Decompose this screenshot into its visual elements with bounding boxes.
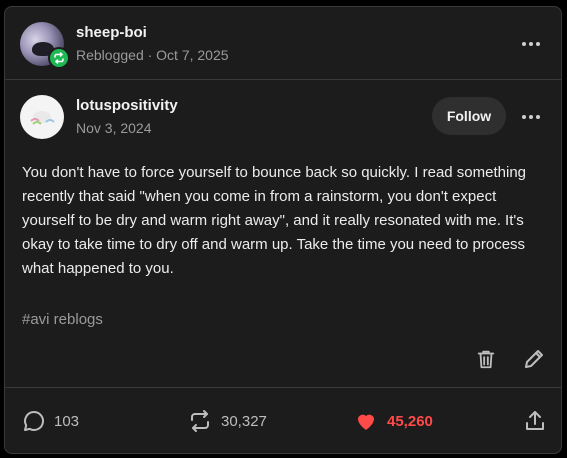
trash-icon[interactable] — [475, 347, 497, 376]
reblog-badge-icon — [48, 47, 70, 69]
reblog-header: sheep-boi Reblogged · Oct 7, 2025 — [5, 7, 561, 80]
follow-button[interactable]: Follow — [432, 97, 506, 135]
heart-icon — [358, 414, 374, 430]
post-body: You don't have to force yourself to boun… — [22, 164, 527, 277]
post-author-username[interactable]: lotuspositivity — [76, 97, 178, 114]
likes-stat[interactable]: 45,260 — [353, 409, 433, 433]
pencil-icon[interactable] — [522, 347, 546, 376]
reblogger-username[interactable]: sheep-boi — [76, 24, 147, 41]
post-footer: 103 30,327 45,260 — [5, 387, 561, 455]
reblog-more-options-icon[interactable] — [522, 42, 540, 46]
reblog-icon — [191, 410, 209, 432]
speech-bubble-icon — [24, 411, 45, 431]
post-date: Nov 3, 2024 — [76, 120, 152, 136]
reblogs-count: 30,327 — [221, 412, 267, 430]
post-card: sheep-boi Reblogged · Oct 7, 2025 lotusp… — [4, 6, 562, 454]
likes-count: 45,260 — [387, 412, 433, 430]
post-author-avatar[interactable] — [20, 95, 64, 139]
post-more-options-icon[interactable] — [522, 115, 540, 119]
comments-count: 103 — [54, 412, 80, 430]
reblog-meta: Reblogged · Oct 7, 2025 — [76, 47, 229, 63]
comments-stat[interactable]: 103 — [22, 409, 79, 433]
share-icon[interactable] — [523, 409, 547, 438]
post-tag[interactable]: #avi reblogs — [22, 311, 103, 328]
reblogs-stat[interactable]: 30,327 — [187, 409, 267, 433]
